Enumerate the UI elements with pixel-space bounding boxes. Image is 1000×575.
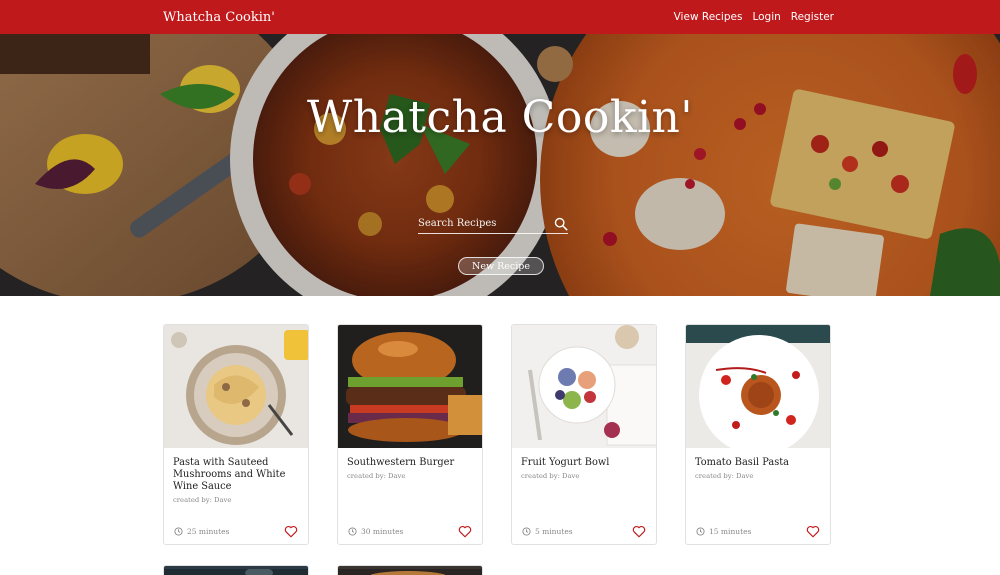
heart-icon[interactable] xyxy=(806,525,820,538)
clock-icon xyxy=(696,526,705,536)
clock-icon xyxy=(348,526,357,536)
nav-links: View Recipes Login Register xyxy=(674,11,834,23)
recipe-card[interactable]: Pasta with Sauteed Mushrooms and White W… xyxy=(163,324,309,545)
hero-banner: Whatcha Cookin' New Recipe xyxy=(0,34,1000,296)
search-icon[interactable] xyxy=(554,217,568,231)
recipe-card-partial[interactable] xyxy=(337,565,483,575)
recipe-time: 15 minutes xyxy=(696,527,751,536)
heart-icon[interactable] xyxy=(632,525,646,538)
nav-view-recipes[interactable]: View Recipes xyxy=(674,11,743,23)
recipe-time-label: 30 minutes xyxy=(361,526,404,536)
search-input[interactable] xyxy=(418,214,554,233)
recipe-title[interactable]: Tomato Basil Pasta xyxy=(695,457,821,469)
recipe-time: 30 minutes xyxy=(348,527,403,536)
recipe-image-tomato-pasta[interactable] xyxy=(686,325,831,448)
recipe-title[interactable]: Fruit Yogurt Bowl xyxy=(521,457,647,469)
new-recipe-button[interactable]: New Recipe xyxy=(458,257,544,275)
recipe-title[interactable]: Southwestern Burger xyxy=(347,457,473,469)
brand-logo[interactable]: Whatcha Cookin' xyxy=(163,10,275,25)
recipe-author: created by: Dave xyxy=(695,472,754,480)
nav-register[interactable]: Register xyxy=(791,11,834,23)
recipe-image-partial xyxy=(338,569,482,575)
clock-icon xyxy=(174,526,183,536)
clock-icon xyxy=(522,526,531,536)
recipe-time-label: 15 minutes xyxy=(709,526,752,536)
recipe-card[interactable]: Southwestern Burger created by: Dave 30 … xyxy=(337,324,483,545)
recipe-image-partial xyxy=(164,567,308,575)
recipe-time-label: 5 minutes xyxy=(535,526,573,536)
search-bar xyxy=(418,214,568,234)
recipe-time: 25 minutes xyxy=(174,527,229,536)
recipe-author: created by: Dave xyxy=(347,472,406,480)
recipe-title[interactable]: Pasta with Sauteed Mushrooms and White W… xyxy=(173,457,299,493)
recipe-image-fruit-bowl[interactable] xyxy=(512,325,657,448)
heart-icon[interactable] xyxy=(284,525,298,538)
top-navbar: Whatcha Cookin' View Recipes Login Regis… xyxy=(0,0,1000,34)
nav-login[interactable]: Login xyxy=(752,11,780,23)
recipe-card-partial[interactable] xyxy=(163,565,309,575)
hero-title: Whatcha Cookin' xyxy=(307,92,693,143)
recipe-card[interactable]: Tomato Basil Pasta created by: Dave 15 m… xyxy=(685,324,831,545)
recipe-image-burger[interactable] xyxy=(338,325,483,448)
recipe-author: created by: Dave xyxy=(521,472,580,480)
recipe-image-pasta-mushroom[interactable] xyxy=(164,325,309,448)
recipe-author: created by: Dave xyxy=(173,496,232,504)
recipe-time: 5 minutes xyxy=(522,527,573,536)
recipe-time-label: 25 minutes xyxy=(187,526,230,536)
recipe-card[interactable]: Fruit Yogurt Bowl created by: Dave 5 min… xyxy=(511,324,657,545)
heart-icon[interactable] xyxy=(458,525,472,538)
